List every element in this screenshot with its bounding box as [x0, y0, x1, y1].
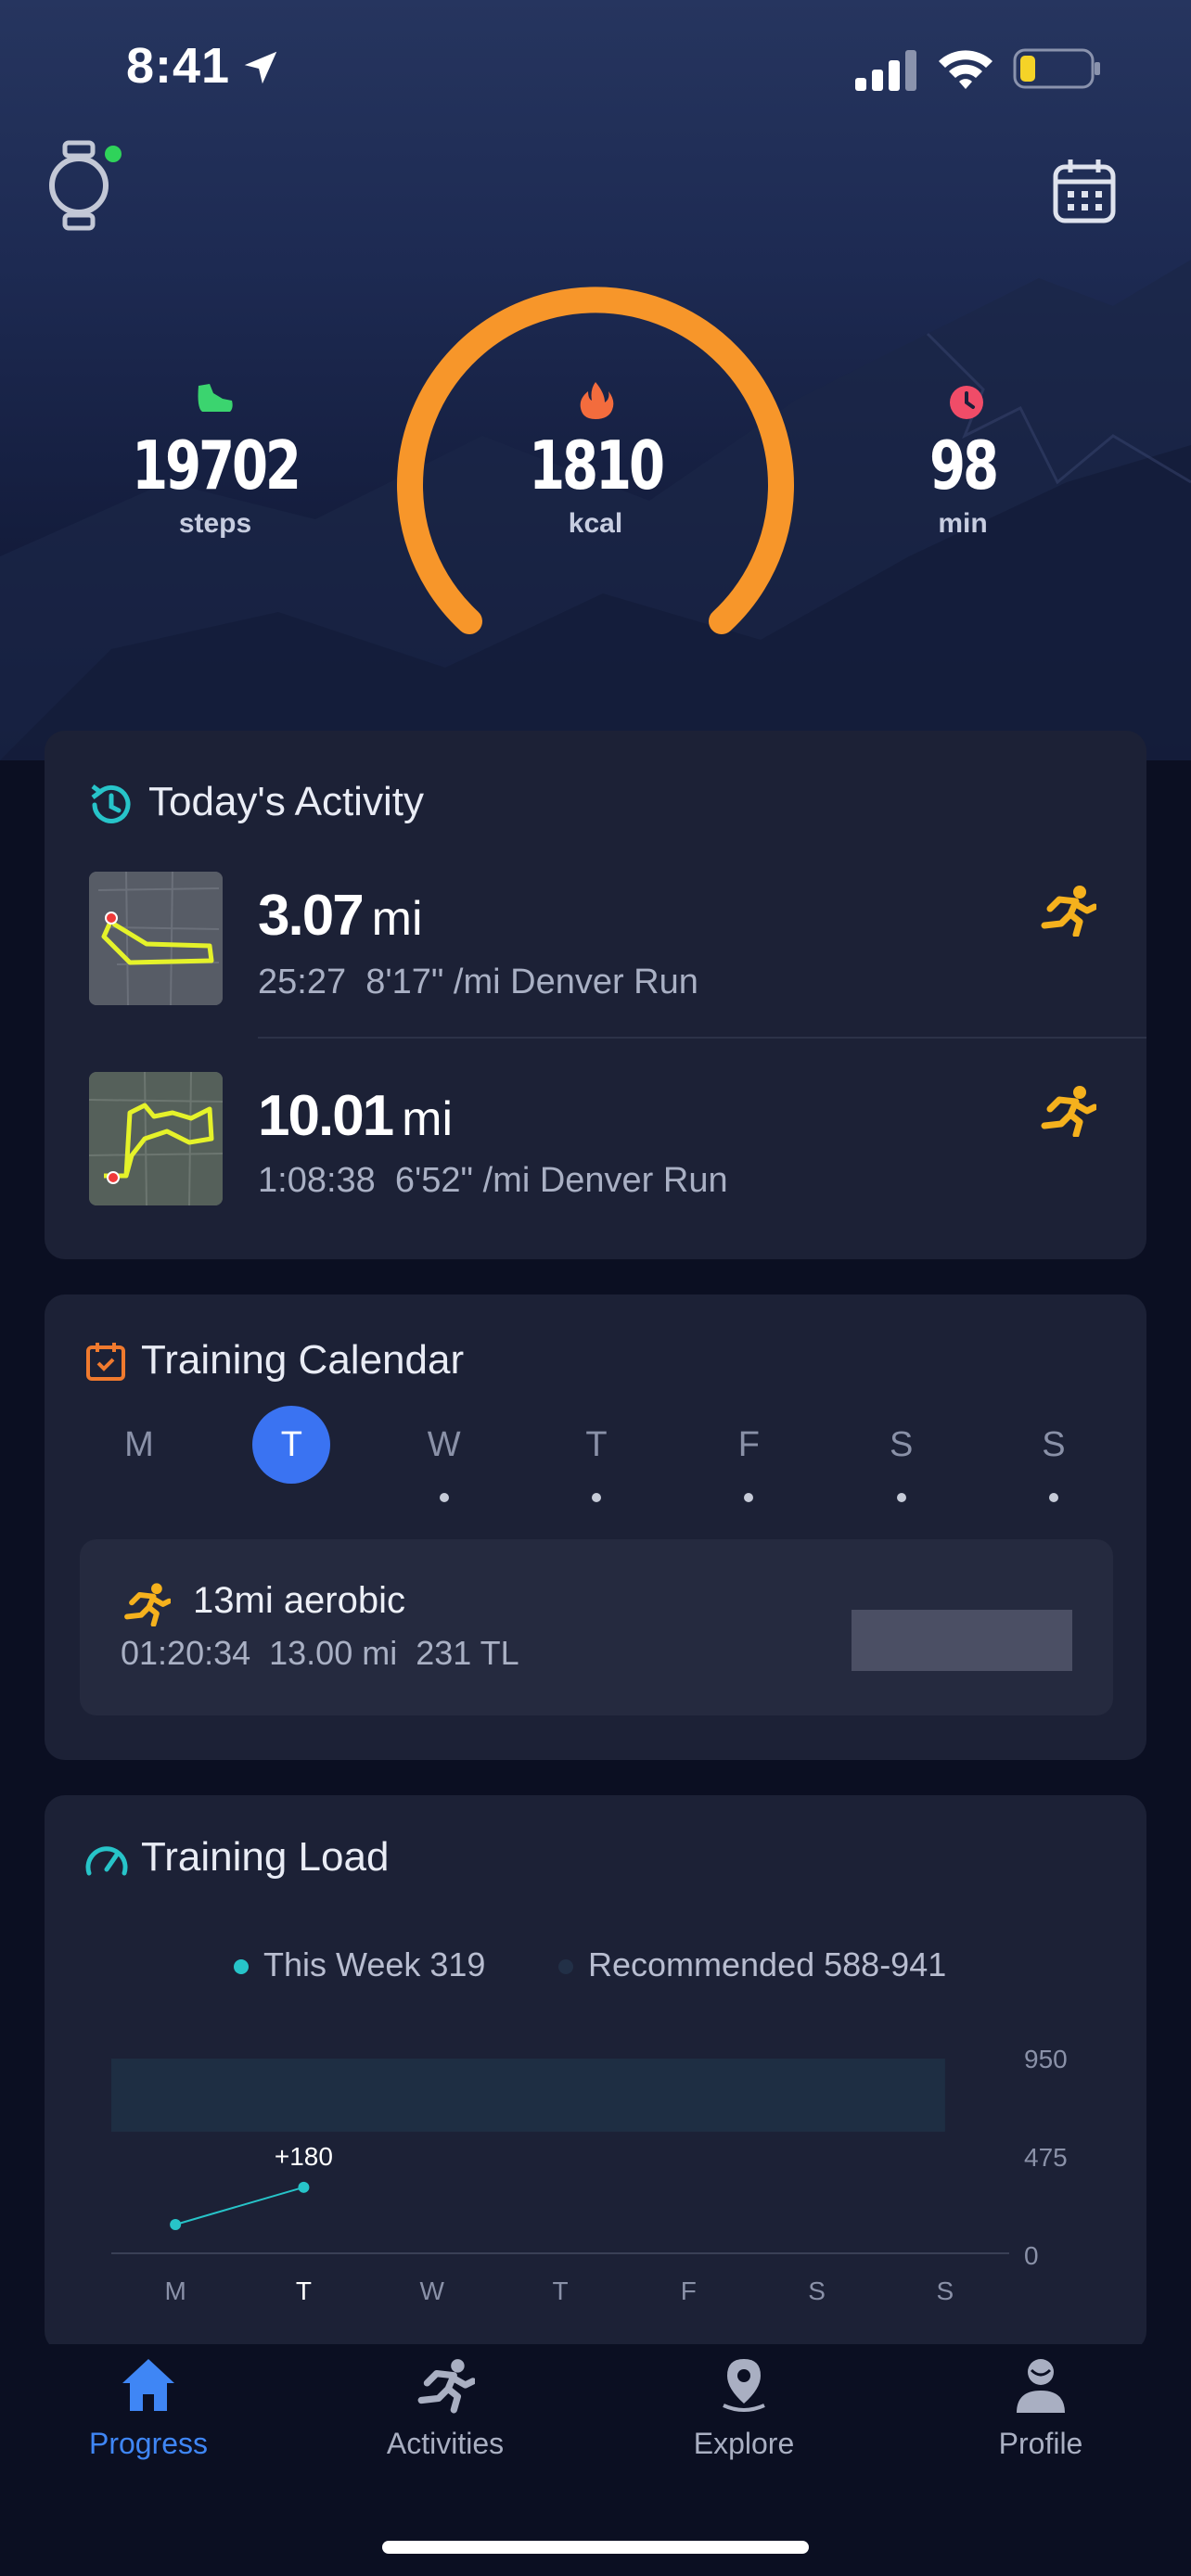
scheduled-dot	[896, 1493, 906, 1502]
week-day-selector: M T W T F S S	[100, 1406, 1093, 1502]
data-point	[298, 2181, 310, 2193]
y-tick-label: 950	[1024, 2045, 1068, 2073]
route-map-thumbnail	[89, 1072, 223, 1205]
day-label: S	[1042, 1425, 1066, 1464]
tab-explore[interactable]: Explore	[623, 2355, 864, 2461]
cellular-signal-icon	[855, 50, 916, 91]
home-indicator	[382, 2541, 809, 2554]
data-point	[170, 2218, 182, 2230]
training-calendar-title: Training Calendar	[141, 1337, 465, 1383]
y-tick-label: 0	[1024, 2241, 1039, 2270]
kcal-value: 1810	[529, 427, 665, 504]
clock-icon	[950, 386, 983, 419]
calendar-icon	[86, 1343, 125, 1381]
day-saturday[interactable]: S	[863, 1406, 941, 1502]
wifi-icon	[939, 50, 992, 89]
day-sunday[interactable]: S	[1015, 1406, 1093, 1502]
day-friday[interactable]: F	[710, 1406, 788, 1502]
tab-label: Explore	[693, 2427, 795, 2460]
tab-label: Activities	[386, 2427, 505, 2460]
day-thursday[interactable]: T	[557, 1406, 635, 1502]
running-icon	[124, 1583, 171, 1626]
x-tick-label: S	[808, 2276, 826, 2305]
workout-name: 13mi aerobic	[193, 1580, 406, 1621]
running-icon	[1041, 1086, 1096, 1137]
distance-value: 10.01	[258, 1084, 394, 1148]
running-icon	[417, 2359, 477, 2414]
x-tick-label: F	[681, 2276, 697, 2305]
activity-distance: 10.01 mi	[258, 1083, 453, 1149]
running-icon	[1041, 886, 1096, 937]
flame-icon	[580, 382, 614, 419]
x-tick-label: T	[296, 2276, 312, 2305]
location-arrow-icon	[244, 51, 277, 84]
distance-unit: mi	[402, 1092, 454, 1146]
minutes-value: 98	[929, 427, 999, 504]
workout-details: 01:20:34 13.00 mi 231 TL	[121, 1634, 519, 1672]
distance-unit: mi	[371, 892, 423, 946]
scheduled-workout[interactable]: 13mi aerobic 01:20:34 13.00 mi 231 TL	[80, 1539, 1113, 1715]
x-tick-label: S	[937, 2276, 954, 2305]
steps-stat[interactable]: 19702 steps	[95, 427, 336, 540]
training-calendar-card: Training Calendar M T W T F S S 13mi aer…	[45, 1294, 1146, 1760]
day-label: W	[427, 1425, 461, 1464]
activity-divider	[258, 1037, 1146, 1039]
day-wednesday[interactable]: W	[405, 1406, 483, 1502]
tab-label: Progress	[88, 2427, 209, 2460]
route-map-thumbnail	[89, 872, 223, 1005]
tab-progress[interactable]: Progress	[28, 2355, 269, 2461]
minutes-unit: min	[938, 508, 988, 539]
watch-connected-icon[interactable]	[48, 139, 122, 232]
day-label: M	[124, 1425, 154, 1464]
distance-value: 3.07	[258, 884, 365, 948]
activity-item-2[interactable]: 10.01 mi 1:08:38 6'52" /mi Denver Run	[45, 1070, 1146, 1246]
day-label: F	[737, 1425, 760, 1464]
kcal-unit: kcal	[568, 508, 623, 539]
data-label: +180	[275, 2142, 333, 2171]
tab-profile[interactable]: Profile	[920, 2355, 1161, 2461]
steps-unit: steps	[178, 508, 252, 539]
activity-details: 25:27 8'17" /mi Denver Run	[258, 963, 698, 1001]
x-tick-label: M	[164, 2276, 186, 2305]
workout-graph-placeholder	[852, 1610, 1072, 1671]
day-label: T	[585, 1425, 608, 1464]
todays-activity-card: Today's Activity 3.07 mi 25:27 8'17" /mi …	[45, 731, 1146, 1259]
day-label: S	[889, 1425, 914, 1464]
day-tuesday-selected[interactable]: T	[252, 1406, 331, 1484]
minutes-stat[interactable]: 98 min	[842, 427, 1083, 540]
y-tick-label: 475	[1024, 2143, 1068, 2172]
scheduled-dot	[439, 1493, 449, 1502]
map-pin-icon	[723, 2359, 765, 2412]
kcal-stat[interactable]: 1810 kcal	[475, 427, 716, 540]
person-icon	[1017, 2359, 1065, 2413]
scheduled-dot	[744, 1493, 754, 1502]
recommended-range-band	[111, 2059, 945, 2132]
training-load-chart: 950 475 0 M T W T F S S +180	[111, 2045, 1068, 2305]
tab-label: Profile	[998, 2427, 1083, 2460]
x-tick-label: W	[419, 2276, 444, 2305]
activity-item-1[interactable]: 3.07 mi 25:27 8'17" /mi Denver Run	[45, 870, 1146, 1046]
scheduled-dot	[591, 1493, 601, 1502]
battery-icon	[1013, 48, 1100, 89]
day-monday[interactable]: M	[100, 1406, 178, 1484]
tab-activities[interactable]: Activities	[325, 2355, 566, 2461]
activity-distance: 3.07 mi	[258, 883, 423, 949]
todays-activity-title: Today's Activity	[148, 779, 424, 824]
activity-history-icon	[91, 784, 131, 823]
status-time: 8:41	[126, 38, 231, 94]
home-icon	[122, 2359, 174, 2411]
activity-details: 1:08:38 6'52" /mi Denver Run	[258, 1161, 728, 1200]
shoe-icon	[198, 384, 233, 412]
calendar-icon[interactable]	[1052, 158, 1117, 224]
scheduled-dot	[1048, 1493, 1058, 1502]
x-tick-label: T	[552, 2276, 568, 2305]
training-load-card: Training Load This Week 319 Recommended …	[45, 1795, 1146, 2352]
day-label: T	[280, 1425, 302, 1464]
steps-value: 19702	[132, 427, 301, 504]
this-week-line	[174, 2186, 304, 2225]
